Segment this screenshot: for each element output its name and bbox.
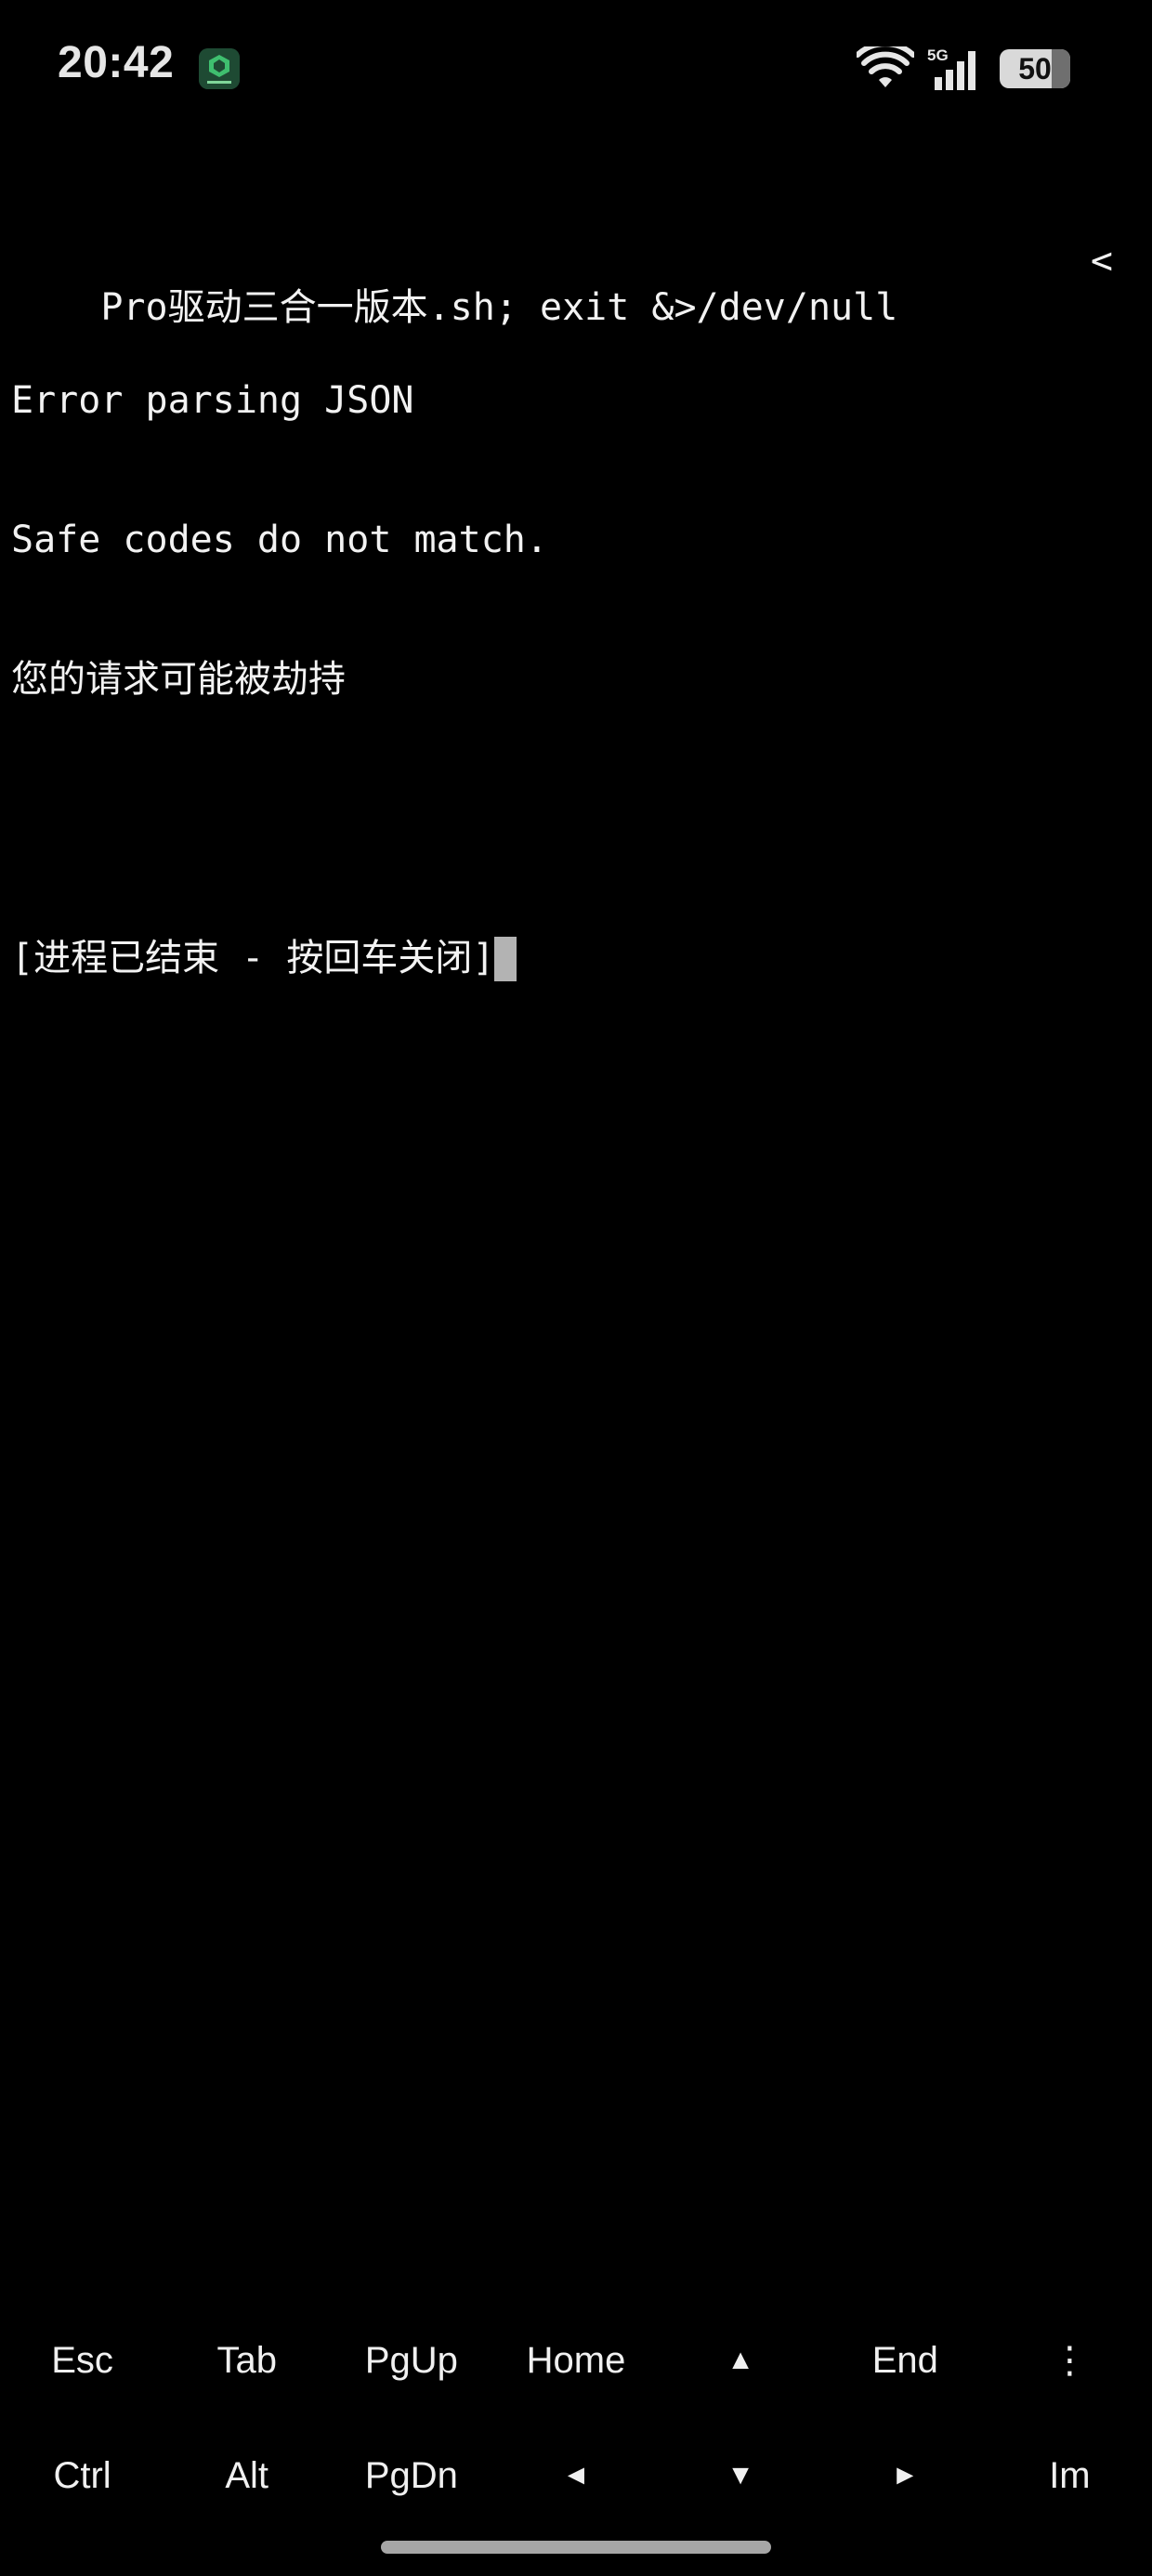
battery-icon: 50 [1000,49,1070,88]
terminal-line: Error parsing JSON [11,379,414,422]
cellular-signal-icon: 5G [927,46,987,92]
arrow-left-key[interactable]: ◄ [493,2418,658,2533]
terminal-line-text: [进程已结束 - 按回车关闭] [11,937,495,979]
terminal-line: [进程已结束 - 按回车关闭] [11,935,1135,981]
terminal-line: Pro驱动三合一版本.sh; exit &>/dev/null < [11,238,1135,329]
arrow-right-key[interactable]: ► [823,2418,988,2533]
terminal-line-text: Pro驱动三合一版本.sh; exit &>/dev/null [100,286,898,329]
terminal-cursor [494,937,517,981]
arrow-up-key[interactable]: ▲ [659,2303,823,2418]
terminal-output[interactable]: Pro驱动三合一版本.sh; exit &>/dev/null < Error … [11,145,1135,1028]
more-options-icon[interactable]: ⋮ [988,2303,1152,2418]
wifi-icon [857,46,914,91]
end-key[interactable]: End [823,2303,988,2418]
input-method-key[interactable]: Im [988,2418,1152,2533]
extra-keys-bar: Esc Tab PgUp Home ▲ End ⋮ Ctrl Alt PgDn … [0,2303,1152,2533]
terminal-line: 您的请求可能被劫持 [11,658,346,701]
status-bar: 20:42 5G 50 [0,0,1152,139]
network-type-label: 5G [927,46,949,64]
app-notification-icon [199,48,240,89]
extra-keys-row-2: Ctrl Alt PgDn ◄ ▼ ► Im [0,2418,1152,2533]
home-indicator[interactable] [381,2541,771,2554]
home-key[interactable]: Home [493,2303,658,2418]
alt-key[interactable]: Alt [164,2418,329,2533]
line-wrap-marker: < [1090,240,1113,283]
pgup-key[interactable]: PgUp [329,2303,493,2418]
extra-keys-row-1: Esc Tab PgUp Home ▲ End ⋮ [0,2303,1152,2418]
esc-key[interactable]: Esc [0,2303,164,2418]
status-clock: 20:42 [58,38,175,87]
battery-level: 50 [1018,51,1052,85]
tab-key[interactable]: Tab [164,2303,329,2418]
status-icons: 5G 50 [857,43,1070,95]
arrow-down-key[interactable]: ▼ [659,2418,823,2533]
terminal-line: Safe codes do not match. [11,519,548,561]
ctrl-key[interactable]: Ctrl [0,2418,164,2533]
pgdn-key[interactable]: PgDn [329,2418,493,2533]
